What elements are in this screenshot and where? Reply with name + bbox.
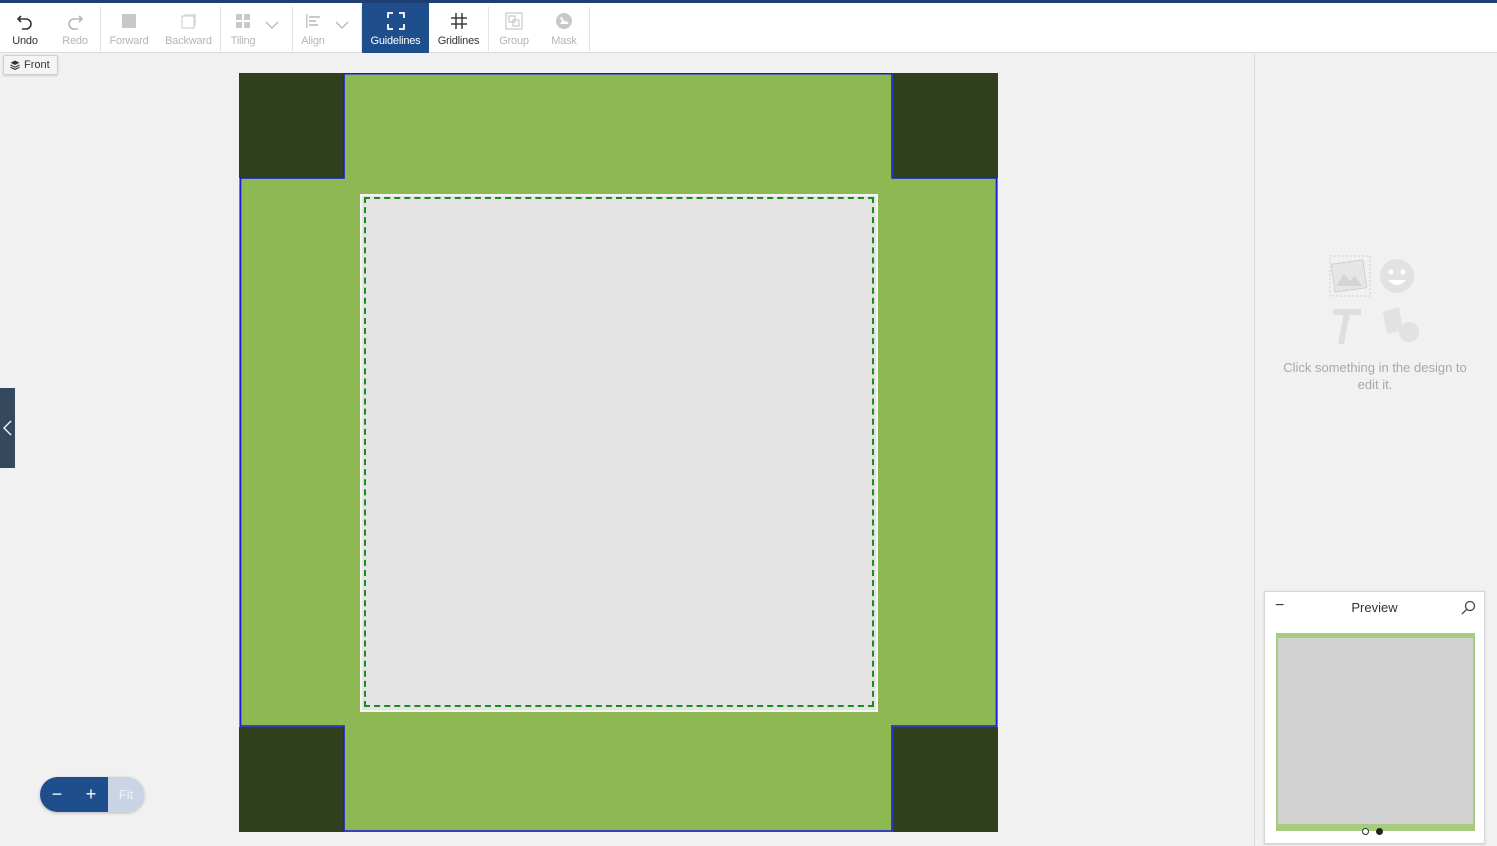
mask-button[interactable]: Mask — [539, 3, 589, 53]
forward-label: Forward — [109, 35, 149, 47]
side-label: Front — [24, 59, 50, 71]
zoom-control: − + Fit — [40, 777, 144, 812]
align-chevron-down-icon[interactable] — [335, 17, 349, 35]
preview-page-dot-1[interactable] — [1362, 828, 1369, 835]
toolbar-divider — [589, 7, 590, 51]
layers-icon — [10, 60, 20, 70]
backward-label: Backward — [165, 35, 212, 47]
undo-icon — [16, 11, 34, 31]
zoom-in-button[interactable]: + — [74, 777, 108, 812]
preview-pager — [1362, 828, 1383, 835]
redo-label: Redo — [62, 35, 88, 47]
group-icon — [505, 11, 523, 31]
group-button[interactable]: Group — [489, 3, 539, 53]
preview-print-area — [1278, 638, 1473, 824]
redo-icon — [66, 11, 84, 31]
tiling-label: Tiling — [230, 35, 256, 47]
safe-area-guideline — [364, 197, 874, 707]
left-panel-toggle[interactable] — [0, 388, 15, 468]
magnify-icon[interactable] — [1461, 600, 1476, 620]
preview-title: Preview — [1351, 600, 1398, 615]
undo-button[interactable]: Undo — [0, 3, 50, 53]
tiling-icon — [235, 11, 251, 31]
mask-icon — [555, 11, 573, 31]
toolbar: Undo Redo Forward Backward Tiling Align — [0, 3, 1497, 53]
empty-selection-hint: Click something in the design to edit it… — [1283, 360, 1467, 392]
tiling-chevron-down-icon[interactable] — [265, 17, 279, 35]
align-button[interactable]: Align — [293, 3, 333, 53]
send-backward-icon — [181, 11, 197, 31]
group-label: Group — [499, 35, 529, 47]
redo-button[interactable]: Redo — [50, 3, 100, 53]
gridlines-button[interactable]: Gridlines — [429, 3, 488, 53]
undo-label: Undo — [12, 35, 38, 47]
align-label: Align — [301, 35, 325, 47]
add-content-illustration-icon — [1329, 255, 1419, 345]
chevron-left-icon — [3, 420, 12, 436]
bring-forward-icon — [121, 11, 137, 31]
forward-button[interactable]: Forward — [101, 3, 157, 53]
gridlines-label: Gridlines — [437, 35, 480, 47]
side-selector-button[interactable]: Front — [3, 55, 58, 75]
guidelines-button[interactable]: Guidelines — [362, 3, 429, 53]
tiling-button[interactable]: Tiling — [221, 3, 265, 53]
mask-label: Mask — [551, 35, 577, 47]
preview-thumbnail[interactable] — [1276, 633, 1475, 831]
preview-page-dot-2[interactable] — [1376, 828, 1383, 835]
grid-icon — [450, 11, 467, 31]
preview-panel: − Preview — [1264, 591, 1485, 844]
align-icon — [305, 11, 321, 31]
backward-button[interactable]: Backward — [157, 3, 220, 53]
zoom-fit-button[interactable]: Fit — [108, 777, 144, 812]
guidelines-icon — [386, 11, 405, 31]
guidelines-label: Guidelines — [370, 35, 421, 47]
zoom-out-button[interactable]: − — [40, 777, 74, 812]
